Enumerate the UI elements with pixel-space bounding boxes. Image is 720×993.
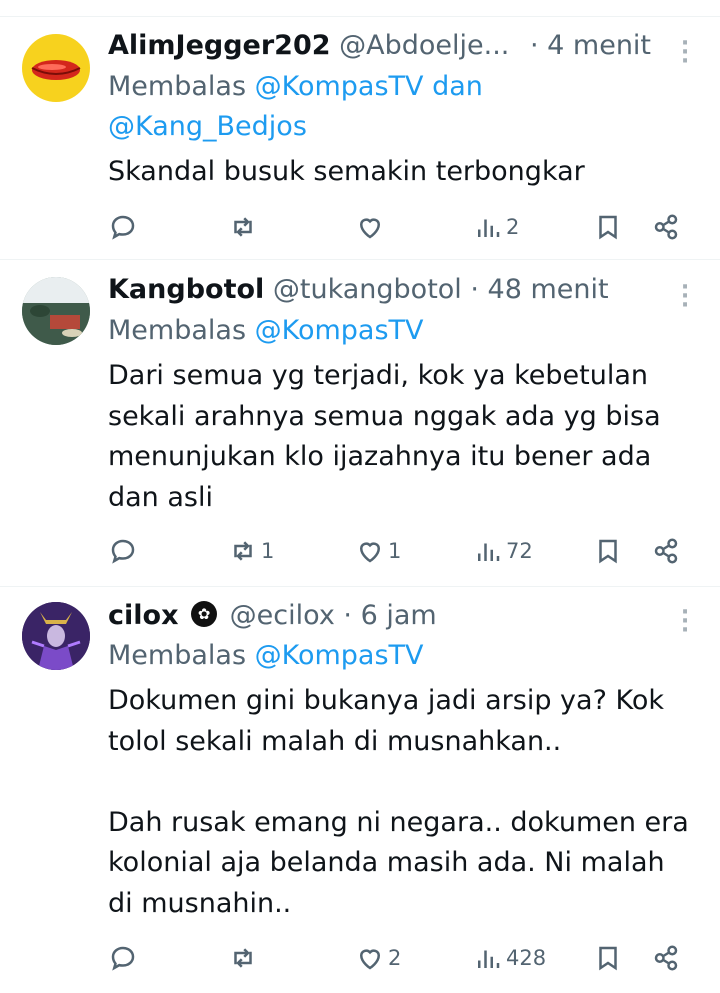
retweet-button[interactable] bbox=[228, 938, 261, 978]
timestamp[interactable]: · 48 menit bbox=[470, 274, 608, 305]
tweet-text: Skandal busuk semakin terbongkar bbox=[108, 156, 585, 187]
action-bar: 2 bbox=[108, 207, 700, 247]
reply-icon bbox=[111, 946, 135, 971]
retweet-icon bbox=[234, 948, 252, 968]
retweet-button[interactable] bbox=[228, 207, 261, 247]
tweet-header: Kangbotol @tukangbotol · 48 menit bbox=[108, 270, 660, 310]
bookmark-button[interactable] bbox=[593, 938, 623, 978]
user-handle[interactable]: @Abdoelje... bbox=[339, 30, 509, 61]
share-button[interactable] bbox=[651, 207, 681, 247]
display-name[interactable]: AlimJegger202 bbox=[108, 30, 331, 61]
views-chart-icon bbox=[478, 543, 500, 561]
views-chart-icon bbox=[478, 950, 500, 968]
retweet-icon bbox=[234, 541, 252, 561]
reply-button[interactable] bbox=[108, 207, 138, 247]
views-button[interactable]: 428 bbox=[473, 938, 546, 978]
reply-icon bbox=[111, 215, 135, 240]
share-icon bbox=[654, 538, 678, 564]
tweet[interactable]: cilox ✿ @ecilox · 6 jam · · · Membalas @Ko… bbox=[0, 588, 720, 993]
bookmark-icon bbox=[599, 539, 617, 564]
display-name[interactable]: cilox bbox=[108, 600, 178, 631]
view-count: 2 bbox=[506, 215, 520, 239]
action-bar: 1 1 72 bbox=[108, 531, 700, 571]
bookmark-button[interactable] bbox=[593, 207, 623, 247]
avatar[interactable] bbox=[22, 277, 90, 345]
reply-icon bbox=[111, 539, 135, 564]
verified-badge-icon: ✿ bbox=[191, 600, 218, 627]
tweet-text: Dari semua yg terjadi, kok ya kebetulan … bbox=[108, 360, 661, 513]
more-options-icon[interactable]: · · · bbox=[674, 602, 694, 642]
reply-prefix: Membalas bbox=[108, 71, 255, 102]
mention-link[interactable]: @KompasTV bbox=[255, 315, 424, 346]
views-button[interactable]: 72 bbox=[473, 531, 533, 571]
like-button[interactable]: 1 bbox=[355, 531, 401, 571]
landscape-photo-icon bbox=[22, 277, 90, 345]
heart-icon bbox=[359, 542, 381, 563]
reply-context: Membalas @KompasTV bbox=[108, 311, 680, 351]
avatar[interactable] bbox=[22, 602, 90, 670]
mention-link[interactable]: @KompasTV bbox=[255, 71, 424, 102]
chili-lips-icon bbox=[31, 60, 81, 80]
share-icon bbox=[654, 214, 678, 240]
retweet-button[interactable]: 1 bbox=[228, 531, 274, 571]
bookmark-icon bbox=[599, 946, 617, 971]
like-button[interactable] bbox=[355, 207, 388, 247]
heart-icon bbox=[359, 218, 381, 239]
tweet[interactable]: Kangbotol @tukangbotol · 48 menit · · · Me… bbox=[0, 261, 720, 587]
more-options-icon[interactable]: · · · bbox=[674, 33, 694, 73]
display-name[interactable]: Kangbotol bbox=[108, 274, 264, 305]
reply-context: Membalas @KompasTV bbox=[108, 636, 680, 676]
top-divider bbox=[0, 0, 720, 17]
reply-join: dan bbox=[423, 71, 483, 102]
share-icon bbox=[654, 945, 678, 971]
mention-link[interactable]: @Kang_Bedjos bbox=[108, 111, 307, 142]
reply-button[interactable] bbox=[108, 938, 138, 978]
views-button[interactable]: 2 bbox=[473, 207, 519, 247]
bookmark-button[interactable] bbox=[593, 531, 623, 571]
share-button[interactable] bbox=[651, 938, 681, 978]
heart-icon bbox=[359, 949, 381, 970]
reply-prefix: Membalas bbox=[108, 315, 255, 346]
like-count: 2 bbox=[388, 946, 402, 970]
retweet-count: 1 bbox=[261, 539, 275, 563]
action-bar: 2 428 bbox=[108, 938, 700, 978]
retweet-icon bbox=[234, 217, 252, 237]
views-chart-icon bbox=[478, 219, 500, 237]
game-character-icon bbox=[22, 602, 90, 670]
timestamp[interactable]: · 6 jam bbox=[343, 600, 436, 631]
reply-context: Membalas @KompasTV dan @Kang_Bedjos bbox=[108, 67, 680, 147]
user-handle[interactable]: @ecilox bbox=[230, 600, 335, 631]
tweet[interactable]: AlimJegger202 @Abdoelje... · 4 menit · · ·… bbox=[0, 17, 720, 260]
avatar[interactable] bbox=[22, 34, 90, 102]
mention-link[interactable]: @KompasTV bbox=[255, 640, 424, 671]
share-button[interactable] bbox=[651, 531, 681, 571]
like-button[interactable]: 2 bbox=[355, 938, 401, 978]
bookmark-icon bbox=[599, 215, 617, 240]
like-count: 1 bbox=[388, 539, 402, 563]
reply-prefix: Membalas bbox=[108, 640, 255, 671]
timestamp[interactable]: · 4 menit bbox=[530, 30, 651, 61]
view-count: 72 bbox=[506, 539, 533, 563]
tweet-text: Dokumen gini bukanya jadi arsip ya? Kok … bbox=[108, 685, 689, 919]
reply-button[interactable] bbox=[108, 531, 138, 571]
more-options-icon[interactable]: · · · bbox=[674, 277, 694, 317]
tweet-header: AlimJegger202 @Abdoelje... · 4 menit bbox=[108, 26, 660, 66]
view-count: 428 bbox=[506, 946, 547, 970]
tweet-header: cilox ✿ @ecilox · 6 jam bbox=[108, 596, 660, 636]
user-handle[interactable]: @tukangbotol bbox=[273, 274, 462, 305]
